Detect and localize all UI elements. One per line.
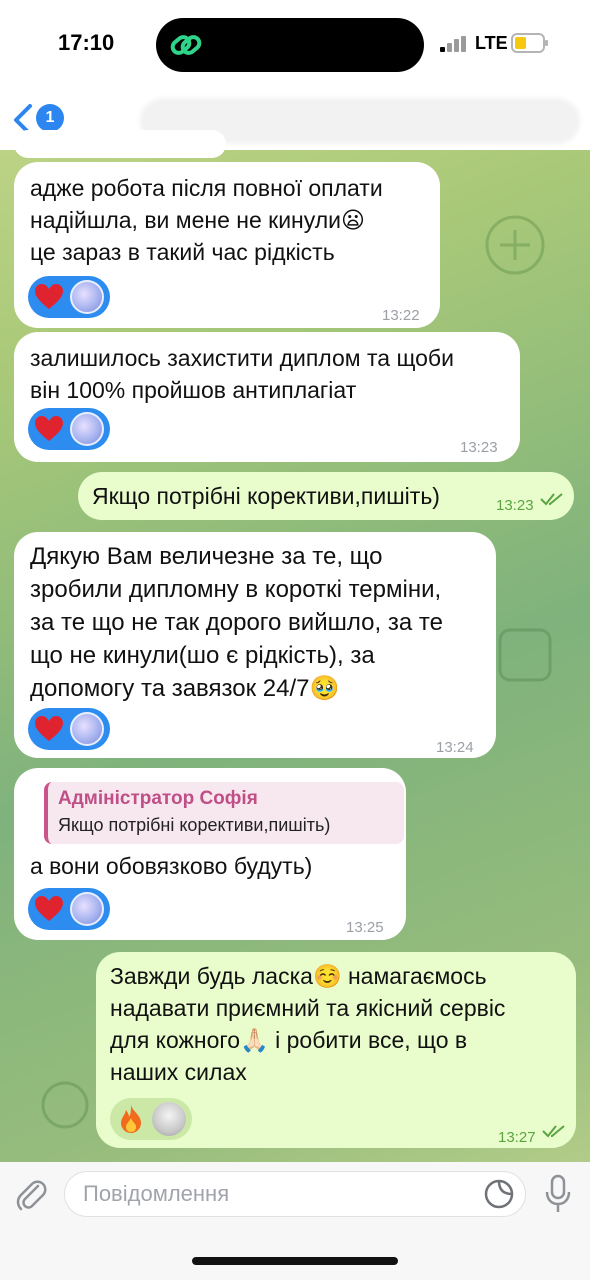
signal-icon bbox=[440, 36, 466, 52]
message-text: Дякую Вам величезне за те, що зробили ди… bbox=[30, 543, 443, 702]
heart-icon bbox=[35, 896, 63, 921]
unread-count-badge[interactable]: 1 bbox=[36, 104, 64, 132]
message-time: 13:23 bbox=[496, 497, 534, 514]
message-time: 13:24 bbox=[436, 739, 474, 756]
sticker-icon[interactable] bbox=[484, 1179, 514, 1209]
status-time: 17:10 bbox=[58, 30, 115, 55]
heart-icon bbox=[35, 416, 63, 441]
fire-icon bbox=[121, 1105, 141, 1133]
heart-icon bbox=[35, 716, 63, 741]
fire-reaction[interactable] bbox=[116, 1104, 146, 1134]
heart-reaction[interactable] bbox=[34, 714, 64, 744]
reply-text: Якщо потрібні корективи,пишіть) bbox=[58, 815, 331, 835]
outgoing-message[interactable]: Завжди будь ласка☺️ намагаємось надавати… bbox=[96, 952, 576, 1148]
message-text: а вони обовязково будуть) bbox=[30, 853, 313, 879]
battery-icon bbox=[511, 33, 548, 53]
message-text: Якщо потрібні корективи,пишіть) bbox=[92, 483, 440, 509]
message-time: 13:22 bbox=[382, 307, 420, 324]
heart-reaction[interactable] bbox=[34, 282, 64, 312]
message-time: 13:27 bbox=[498, 1129, 536, 1146]
status-bar: 17:10 LTE bbox=[0, 0, 590, 90]
message-time: 13:25 bbox=[346, 919, 384, 936]
reactor-avatar[interactable] bbox=[70, 280, 104, 314]
background-doodle bbox=[485, 215, 545, 275]
reaction-bar[interactable] bbox=[110, 1098, 192, 1140]
heart-icon bbox=[35, 284, 63, 309]
incoming-message[interactable]: залишилось захистити диплом та щоби він … bbox=[14, 332, 520, 462]
heart-reaction[interactable] bbox=[34, 414, 64, 444]
double-check-icon bbox=[542, 1125, 565, 1138]
reply-author: Адміністратор Софія bbox=[58, 788, 258, 809]
message-input[interactable] bbox=[64, 1171, 526, 1217]
reaction-bar[interactable] bbox=[28, 276, 110, 318]
reactor-avatar[interactable] bbox=[70, 712, 104, 746]
incoming-message[interactable]: адже робота після повної оплати надійшла… bbox=[14, 162, 440, 328]
partial-message-bubble bbox=[14, 130, 226, 158]
reactor-avatar[interactable] bbox=[70, 892, 104, 926]
heart-reaction[interactable] bbox=[34, 894, 64, 924]
reaction-bar[interactable] bbox=[28, 888, 110, 930]
reaction-bar[interactable] bbox=[28, 708, 110, 750]
message-text: адже робота після повної оплати надійшла… bbox=[30, 175, 383, 265]
message-text: Завжди будь ласка☺️ намагаємось надавати… bbox=[110, 963, 506, 1085]
composer-bar bbox=[0, 1162, 590, 1280]
message-time: 13:23 bbox=[460, 439, 498, 456]
microphone-icon[interactable] bbox=[544, 1174, 572, 1214]
network-type: LTE bbox=[475, 33, 508, 53]
incoming-message[interactable]: Дякую Вам величезне за те, що зробили ди… bbox=[14, 532, 496, 758]
double-check-icon bbox=[540, 493, 563, 506]
dynamic-island bbox=[156, 18, 424, 72]
home-indicator bbox=[192, 1257, 398, 1265]
paperclip-icon[interactable] bbox=[14, 1176, 48, 1212]
reaction-bar[interactable] bbox=[28, 408, 110, 450]
message-text: залишилось захистити диплом та щоби він … bbox=[30, 345, 454, 403]
reactor-avatar[interactable] bbox=[152, 1102, 186, 1136]
message-list: адже робота після повної оплати надійшла… bbox=[0, 130, 590, 1162]
outgoing-message[interactable]: Якщо потрібні корективи,пишіть) 13:23 bbox=[78, 472, 574, 520]
reactor-avatar[interactable] bbox=[70, 412, 104, 446]
reply-quote[interactable]: Адміністратор Софія Якщо потрібні корект… bbox=[44, 782, 404, 844]
incoming-reply-message[interactable]: Адміністратор Софія Якщо потрібні корект… bbox=[14, 768, 406, 940]
link-icon bbox=[170, 35, 202, 55]
